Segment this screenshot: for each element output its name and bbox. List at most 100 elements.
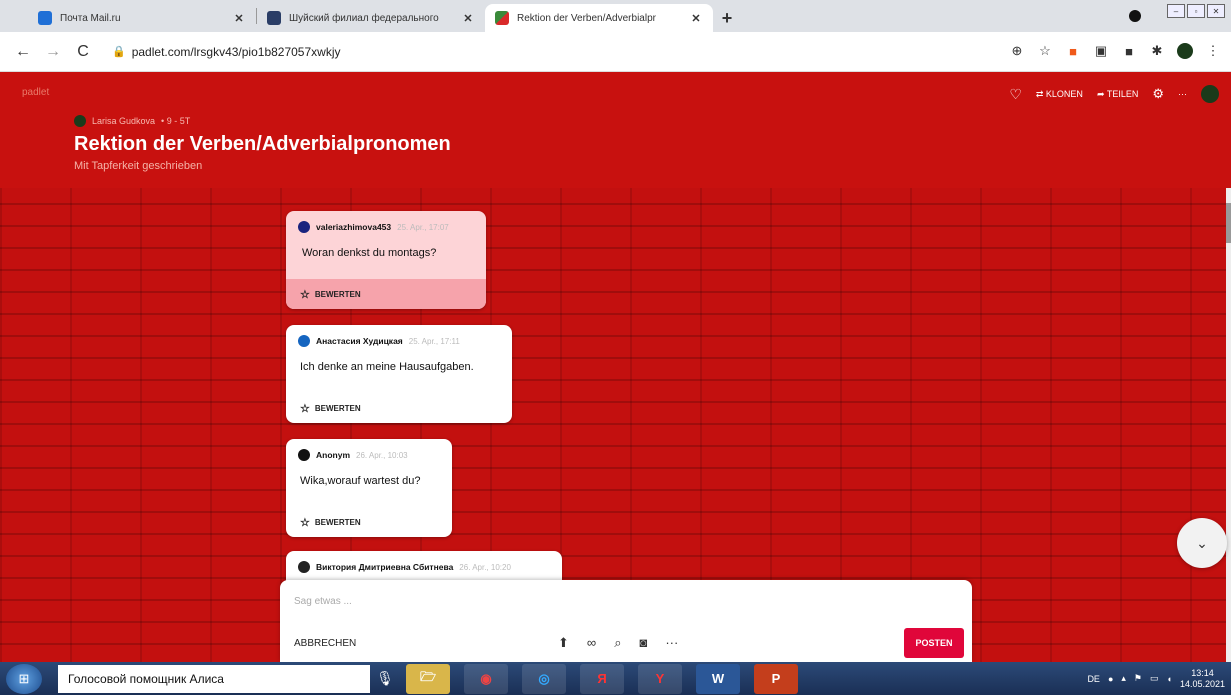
star-icon: ☆ <box>300 288 310 301</box>
extension-box-icon[interactable]: ▣ <box>1093 43 1109 59</box>
link-icon[interactable]: ∞ <box>587 635 596 651</box>
avatar <box>298 335 310 347</box>
rate-button[interactable]: ☆ BEWERTEN <box>286 507 452 537</box>
cancel-button[interactable]: ABBRECHEN <box>294 638 356 649</box>
chevron-down-icon: ⌄ <box>1196 534 1208 551</box>
tab-padlet[interactable]: Rektion der Verben/Adverbialpr ✕ <box>485 4 713 32</box>
scroll-down-button[interactable]: ⌄ <box>1177 518 1227 568</box>
language-indicator[interactable]: DE <box>1087 674 1100 684</box>
camera-icon[interactable]: ◙ <box>639 635 647 651</box>
extension-square-icon[interactable]: ■ <box>1121 43 1137 59</box>
system-tray: DE ● ▴ ⚑ ▭ ◖ 13:14 14.05.2021 <box>1087 662 1225 695</box>
composer-input[interactable]: Sag etwas ... <box>294 596 352 607</box>
close-window-icon[interactable]: ✕ <box>1207 4 1225 18</box>
post-author: Анастасия Худицкая <box>316 336 403 346</box>
volume-icon[interactable]: ◖ <box>1167 674 1172 684</box>
rate-label: BEWERTEN <box>314 403 361 413</box>
post-author: Виктория Дмитриевна Сбитнева <box>316 562 454 572</box>
post-text: Woran denkst du montags? <box>302 247 437 259</box>
share-label: TEILEN <box>1106 88 1139 99</box>
rate-button[interactable]: ☆ BEWERTEN <box>286 279 486 309</box>
avatar[interactable] <box>1201 85 1219 103</box>
close-icon[interactable]: ✕ <box>461 12 475 25</box>
page-scrollbar[interactable] <box>1226 188 1231 662</box>
post-author: valeriazhimova453 <box>316 222 392 232</box>
menu-dots-icon[interactable]: ⋮ <box>1205 43 1221 59</box>
taskbar: ⊞ Голосовой помощник Алиса 🎙 🗁 ◉ ◎ Я Y W… <box>0 662 1231 695</box>
powerpoint-icon[interactable]: P <box>754 663 798 694</box>
yandex-icon[interactable]: Я <box>580 663 624 694</box>
settings-gear-icon[interactable]: ⚙ <box>1152 86 1164 102</box>
post-author: Anonym <box>316 450 350 460</box>
avatar <box>298 449 310 461</box>
help-icon[interactable]: ● <box>1108 674 1113 684</box>
page-title: Rektion der Verben/Adverbialpronomen <box>74 133 451 155</box>
clone-label: KLONEN <box>1045 88 1083 99</box>
url-field[interactable]: padlet.com/lrsgkv43/pio1b827057xwkjy <box>132 45 341 59</box>
clone-button[interactable]: ⇄ KLONEN <box>1036 89 1083 100</box>
microphone-icon[interactable]: 🎙 <box>370 670 400 687</box>
share-button[interactable]: ➦ TEILEN <box>1097 89 1138 100</box>
post-button[interactable]: POSTEN <box>904 628 964 658</box>
flag-icon[interactable]: ⚑ <box>1134 673 1142 684</box>
extensions-puzzle-icon[interactable]: ✱ <box>1149 43 1165 59</box>
post-header: valeriazhimova453 25. Apr., 17:07 <box>286 211 486 233</box>
extension-orange-icon[interactable]: ■ <box>1065 43 1081 59</box>
reload-icon[interactable]: C <box>72 43 94 61</box>
forward-icon[interactable]: → <box>42 43 64 61</box>
avatar[interactable] <box>1177 43 1193 59</box>
maximize-icon[interactable]: ▫ <box>1187 4 1205 18</box>
scrollbar-thumb[interactable] <box>1226 203 1231 243</box>
tab-shuya[interactable]: Шуйский филиал федерального ✕ <box>257 4 485 32</box>
chrome-icon[interactable]: ◉ <box>464 663 508 694</box>
search-icon[interactable]: ⌕ <box>614 635 621 651</box>
post-time: 26. Apr., 10:03 <box>356 450 408 460</box>
star-icon: ☆ <box>300 402 310 415</box>
back-icon[interactable]: ← <box>12 43 34 61</box>
minimize-icon[interactable]: – <box>1167 4 1185 18</box>
more-icon[interactable]: ··· <box>665 635 678 651</box>
network-icon[interactable]: ▭ <box>1150 673 1159 684</box>
extension-icons: ⊕ ☆ ■ ▣ ■ ✱ ⋮ <box>1009 43 1221 59</box>
post-time: 26. Apr., 10:20 <box>459 562 511 572</box>
post-text: Wika,worauf wartest du? <box>300 475 421 487</box>
tab-title: Шуйский филиал федерального <box>289 12 439 24</box>
lock-icon[interactable]: 🔒 <box>112 45 126 58</box>
tab-mail[interactable]: Почта Mail.ru ✕ <box>28 4 256 32</box>
window-controls: – ▫ ✕ <box>1167 4 1225 18</box>
rate-label: BEWERTEN <box>314 517 361 527</box>
start-button[interactable]: ⊞ <box>6 663 42 694</box>
post-card[interactable]: Anonym 26. Apr., 10:03 Wika,worauf warte… <box>286 439 452 537</box>
clock-time: 13:14 <box>1191 667 1214 678</box>
upload-icon[interactable]: ⬆ <box>558 635 569 651</box>
padlet-favicon-icon <box>495 11 509 25</box>
close-icon[interactable]: ✕ <box>232 12 246 25</box>
new-tab-button[interactable]: + <box>713 4 741 32</box>
post-card[interactable]: Анастасия Худицкая 25. Apr., 17:11 Ich d… <box>286 325 512 423</box>
arrow-up-icon[interactable]: ▴ <box>1121 673 1126 684</box>
assistant-search-box[interactable]: Голосовой помощник Алиса <box>58 664 370 693</box>
heart-icon[interactable]: ♡ <box>1009 86 1022 103</box>
rate-button[interactable]: ☆ BEWERTEN <box>286 393 512 423</box>
word-icon[interactable]: W <box>696 663 740 694</box>
profile-icon[interactable] <box>1129 10 1141 22</box>
close-icon[interactable]: ✕ <box>689 12 703 25</box>
browser-icon[interactable]: ◎ <box>522 663 566 694</box>
windows-logo-icon: ⊞ <box>18 670 30 686</box>
mail-favicon-icon <box>38 11 52 25</box>
more-icon[interactable]: ··· <box>1178 89 1187 99</box>
page-subtitle: Mit Tapferkeit geschrieben <box>74 160 203 172</box>
bookmark-star-icon[interactable]: ☆ <box>1037 43 1053 59</box>
padlet-logo[interactable]: padlet <box>22 87 49 98</box>
composer-tools: ⬆ ∞ ⌕ ◙ ··· <box>558 635 678 651</box>
explorer-icon[interactable]: 🗁 <box>406 663 450 694</box>
post-card[interactable]: valeriazhimova453 25. Apr., 17:07 Woran … <box>286 211 486 309</box>
author-name: Larisa Gudkova <box>92 116 156 126</box>
translate-icon[interactable]: ⊕ <box>1009 43 1025 59</box>
padlet-board: padlet ♡ ⇄ KLONEN ➦ TEILEN ⚙ ··· Larisa … <box>0 73 1231 662</box>
clock[interactable]: 13:14 14.05.2021 <box>1180 668 1225 690</box>
post-header: Анастасия Худицкая 25. Apr., 17:11 <box>286 325 512 347</box>
avatar <box>298 561 310 573</box>
clock-date: 14.05.2021 <box>1179 678 1225 689</box>
yandex-browser-icon[interactable]: Y <box>638 663 682 694</box>
